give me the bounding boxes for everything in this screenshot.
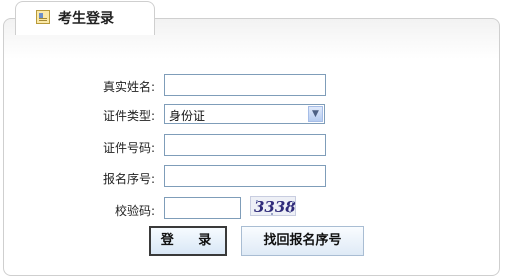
name-label: 真实姓名: [102, 80, 155, 94]
regnumber-label: 报名序号: [102, 172, 155, 186]
captcha-text: 3338 [254, 198, 296, 216]
page-title: 考生登录 [58, 11, 114, 27]
idtype-value: 身份证 [169, 109, 206, 123]
idtype-select[interactable]: 身份证 ▼ [164, 104, 325, 124]
chevron-down-icon[interactable]: ▼ [308, 106, 323, 122]
login-button[interactable]: 登 录 [149, 226, 227, 256]
captcha-label: 校验码: [114, 204, 155, 218]
captcha-image[interactable]: 3338 [250, 196, 296, 216]
recover-regnumber-button[interactable]: 找回报名序号 [241, 226, 364, 256]
name-input[interactable] [164, 74, 326, 96]
captcha-input[interactable] [164, 197, 241, 219]
id-card-icon [36, 10, 50, 24]
idtype-label: 证件类型: [102, 109, 155, 123]
idnumber-label: 证件号码: [102, 141, 155, 155]
idnumber-input[interactable] [164, 134, 326, 156]
login-tab: 考生登录 [15, 1, 155, 35]
regnumber-input[interactable] [164, 165, 326, 187]
